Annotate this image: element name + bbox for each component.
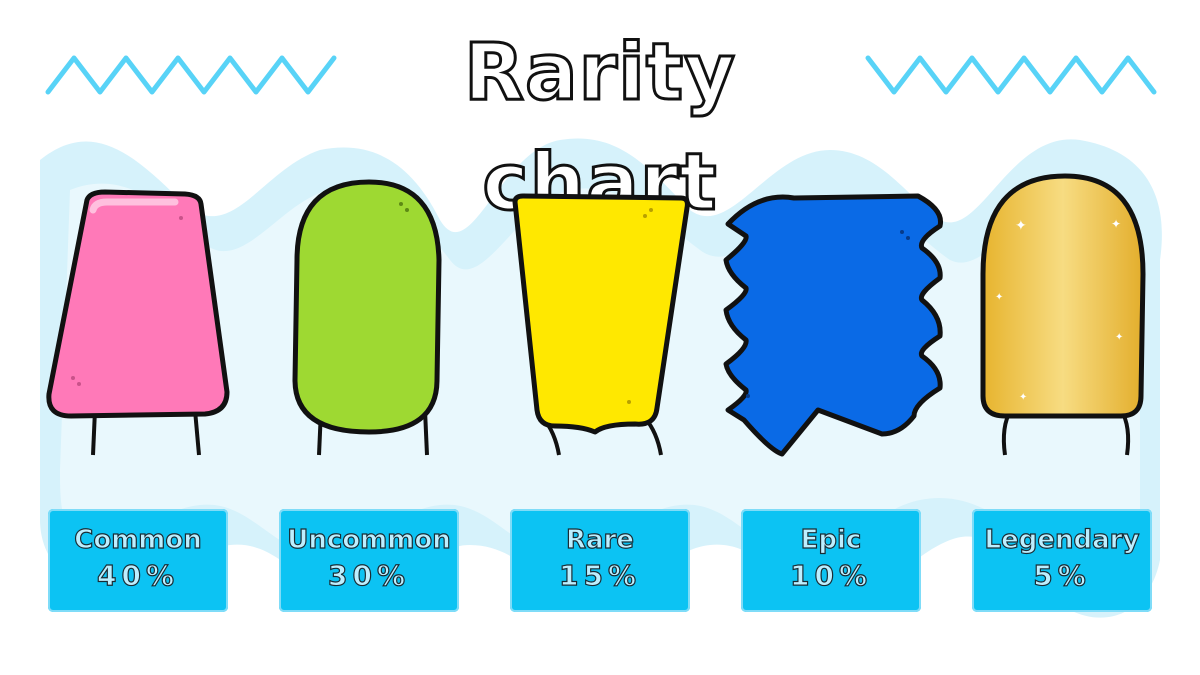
rarity-card-legendary: Legendary 5% <box>972 509 1152 612</box>
rarity-card-uncommon: Uncommon 30% <box>279 509 459 612</box>
zigzag-decoration-right <box>865 55 1157 95</box>
legendary-popsicle-icon: ✦ ✦ ✦ ✦ ✦ <box>965 170 1175 470</box>
rarity-chance: 15% <box>558 558 642 592</box>
common-popsicle-icon <box>35 170 245 470</box>
rarity-card-rare: Rare 15% <box>510 509 690 612</box>
rare-popsicle-icon <box>495 170 705 470</box>
rarity-name: Epic <box>800 524 862 555</box>
uncommon-popsicle-icon <box>265 170 475 470</box>
rarity-name: Uncommon <box>287 524 452 555</box>
svg-text:✦: ✦ <box>1115 332 1123 343</box>
rarity-chance: 40% <box>96 558 180 592</box>
rarity-name: Rare <box>565 524 635 555</box>
rarity-chart-screen: Rarity chart ✦ ✦ ✦ ✦ ✦ Common 40% Uncomm… <box>0 0 1200 675</box>
svg-text:✦: ✦ <box>995 292 1003 303</box>
svg-text:✦: ✦ <box>1019 392 1027 403</box>
rarity-card-common: Common 40% <box>48 509 228 612</box>
svg-text:✦: ✦ <box>1015 218 1027 234</box>
rarity-name: Legendary <box>984 524 1140 555</box>
rarity-chance: 30% <box>327 558 411 592</box>
page-title: Rarity chart <box>462 27 737 230</box>
rarity-chance: 10% <box>789 558 873 592</box>
rarity-card-epic: Epic 10% <box>741 509 921 612</box>
rarity-name: Common <box>74 524 203 555</box>
svg-text:✦: ✦ <box>1111 217 1121 231</box>
rarity-chance: 5% <box>1033 558 1091 592</box>
epic-popsicle-icon <box>718 170 944 470</box>
zigzag-decoration-left <box>45 55 337 95</box>
